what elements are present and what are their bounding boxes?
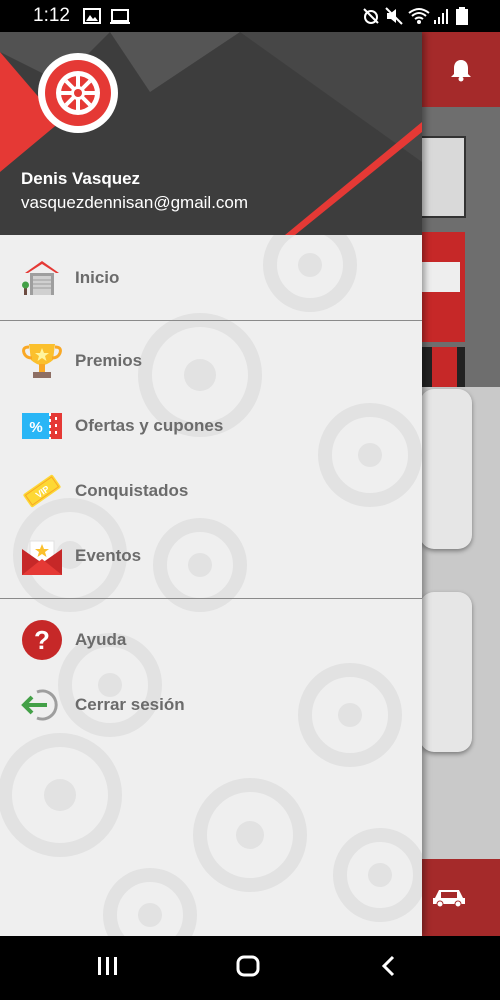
menu-item-label: Inicio [75, 268, 120, 287]
wifi-icon [408, 8, 430, 24]
recents-icon[interactable] [97, 954, 119, 980]
app-card[interactable] [420, 592, 472, 752]
cast-icon [110, 9, 130, 24]
menu-item-label: Premios [75, 351, 143, 370]
divider [0, 320, 422, 321]
vip-ticket-icon: VIP [23, 474, 61, 508]
help-icon: ? [22, 620, 62, 660]
battery-icon [456, 7, 468, 25]
home-icon[interactable] [236, 954, 260, 980]
app-card[interactable] [420, 389, 472, 549]
status-bar: 1:12 [0, 0, 500, 32]
invitation-icon [22, 540, 62, 575]
back-icon[interactable] [380, 954, 396, 980]
menu-item-label: Ofertas y cupones [75, 416, 224, 435]
menu-item-ayuda[interactable]: ? Ayuda [0, 610, 422, 670]
logout-icon [21, 689, 58, 721]
coupon-icon: % [22, 413, 62, 439]
drawer-header: Denis Vasquez vasquezdennisan@gmail.com [0, 32, 422, 235]
garage-icon [22, 261, 59, 295]
alarm-icon [363, 8, 379, 24]
trophy-icon [22, 344, 62, 378]
svg-text:?: ? [34, 625, 50, 655]
mute-icon [385, 7, 403, 25]
menu-item-label: Ayuda [75, 630, 127, 649]
signal-icon [434, 9, 448, 24]
menu-item-label: Cerrar sesión [75, 695, 185, 714]
menu-item-conquistados[interactable]: VIP Conquistados [0, 461, 422, 521]
menu-item-label: Conquistados [75, 481, 189, 500]
navigation-bar [0, 936, 500, 1000]
app-banner-image [419, 107, 500, 387]
status-time: 1:12 [33, 5, 70, 26]
navigation-drawer: Denis Vasquez vasquezdennisan@gmail.com [0, 32, 422, 936]
menu-item-ofertas-y-cupones[interactable]: % Ofertas y cupones [0, 396, 422, 456]
user-name: Denis Vasquez [21, 169, 141, 188]
bell-icon[interactable] [450, 58, 472, 82]
user-email: vasquezdennisan@gmail.com [21, 193, 249, 212]
image-icon [83, 8, 101, 24]
menu-item-inicio[interactable]: Inicio [0, 248, 422, 308]
menu-item-premios[interactable]: Premios [0, 331, 422, 391]
car-icon[interactable] [432, 886, 466, 908]
menu-item-label: Eventos [75, 546, 142, 565]
menu-item-eventos[interactable]: Eventos [0, 526, 422, 586]
menu-item-cerrar-sesion[interactable]: Cerrar sesión [0, 675, 422, 735]
tire-logo-icon [38, 53, 118, 133]
svg-text:%: % [29, 419, 42, 436]
divider [0, 598, 422, 599]
